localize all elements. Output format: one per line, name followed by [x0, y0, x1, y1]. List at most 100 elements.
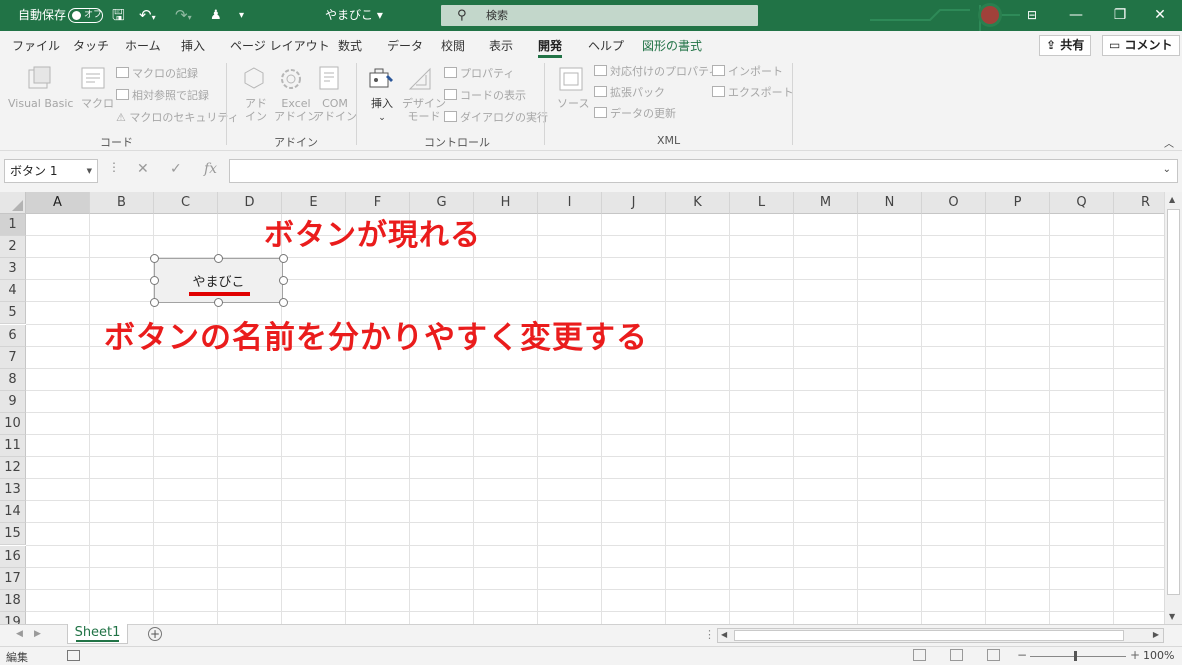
visual-basic-button[interactable]: Visual Basic	[8, 97, 73, 110]
record-macro-button[interactable]: マクロの記録	[116, 67, 198, 80]
enter-icon[interactable]: ✓	[170, 161, 182, 177]
com-addin-button[interactable]: COM アドイン	[313, 97, 357, 123]
excel-addin-button[interactable]: Excel アドイン	[274, 97, 318, 123]
tab-data[interactable]: データ	[387, 37, 423, 54]
row-header[interactable]: 5	[0, 302, 26, 325]
tab-formulas[interactable]: 数式	[338, 37, 362, 54]
relative-reference-button[interactable]: 相対参照で記録	[116, 89, 209, 102]
tab-file[interactable]: ファイル	[12, 37, 60, 54]
zoom-level[interactable]: 100%	[1143, 649, 1174, 662]
tab-view[interactable]: 表示	[489, 37, 513, 54]
tab-shape-format[interactable]: 図形の書式	[642, 37, 702, 54]
scroll-left-icon[interactable]: ◀	[721, 630, 727, 639]
resize-handle[interactable]	[214, 254, 223, 263]
expansion-pack-button[interactable]: 拡張パック	[594, 86, 665, 99]
prev-sheet-icon[interactable]: ◀	[16, 629, 23, 639]
row-header[interactable]: 10	[0, 412, 26, 435]
tab-developer[interactable]: 開発	[538, 37, 563, 58]
row-header[interactable]: 17	[0, 567, 26, 590]
share-button[interactable]: ⇪ 共有	[1039, 35, 1092, 56]
comments-button[interactable]: ▭ コメント	[1102, 35, 1180, 56]
row-header[interactable]: 19	[0, 611, 26, 624]
xml-import-button[interactable]: インポート	[712, 65, 783, 78]
xml-export-button[interactable]: エクスポート	[712, 86, 794, 99]
formula-input[interactable]: ⌄	[229, 159, 1178, 183]
minimize-icon[interactable]: —	[1054, 0, 1098, 31]
macro-security-button[interactable]: ⚠ マクロのセキュリティ	[116, 111, 239, 124]
save-icon[interactable]: 🖫	[112, 6, 125, 25]
tab-help[interactable]: ヘルプ	[588, 37, 624, 54]
row-header[interactable]: 16	[0, 545, 26, 568]
worksheet-grid[interactable]: ABCDEFGHIJKLMNOPQR 1 2 3 4 5 6 7 8 9 10 11 12 13 14 15…	[0, 192, 1164, 624]
macro-record-icon[interactable]	[67, 650, 80, 661]
row-header[interactable]: 18	[0, 589, 26, 612]
row-header[interactable]: 2	[0, 236, 26, 259]
row-header[interactable]: 3	[0, 258, 26, 281]
column-header[interactable]: M	[794, 192, 858, 214]
macro-button[interactable]: マクロ	[81, 97, 114, 110]
column-header[interactable]: O	[922, 192, 986, 214]
add-sheet-icon[interactable]: +	[148, 627, 162, 641]
column-header[interactable]: J	[602, 192, 666, 214]
form-control-button[interactable]: やまびこ	[154, 258, 283, 303]
scroll-down-icon[interactable]: ▼	[1169, 612, 1175, 621]
row-header[interactable]: 11	[0, 435, 26, 458]
horizontal-scrollbar[interactable]: ◀ ▶	[717, 628, 1164, 643]
page-break-view-icon[interactable]	[987, 649, 1000, 661]
tab-insert[interactable]: 挿入	[181, 37, 205, 54]
column-header[interactable]: L	[730, 192, 794, 214]
column-header[interactable]: B	[90, 192, 154, 214]
page-layout-view-icon[interactable]	[950, 649, 963, 661]
tab-touch[interactable]: タッチ	[73, 37, 109, 54]
customize-qat-icon[interactable]: ▾	[239, 6, 244, 25]
zoom-slider-knob[interactable]	[1074, 651, 1077, 661]
row-header[interactable]: 8	[0, 368, 26, 391]
zoom-slider[interactable]	[1030, 656, 1126, 657]
resize-handle[interactable]	[214, 298, 223, 307]
zoom-out-icon[interactable]: −	[1017, 648, 1027, 662]
row-header[interactable]: 1	[0, 214, 26, 237]
run-dialog-button[interactable]: ダイアログの実行	[444, 111, 548, 124]
undo-icon[interactable]: ↶▾	[139, 6, 156, 25]
name-box[interactable]: ボタン 1 ▼	[4, 159, 98, 183]
column-header[interactable]: R	[1114, 192, 1164, 214]
properties-button[interactable]: プロパティ	[444, 67, 514, 80]
row-header[interactable]: 14	[0, 501, 26, 524]
map-properties-button[interactable]: 対応付けのプロパティ	[594, 65, 719, 78]
insert-controls-button[interactable]: 挿入 ⌄	[371, 97, 393, 125]
row-header[interactable]: 6	[0, 324, 26, 347]
addin-button[interactable]: アド イン	[245, 97, 267, 123]
sheet-tab-sheet1[interactable]: Sheet1	[67, 624, 128, 644]
select-all-corner[interactable]	[0, 192, 26, 214]
design-mode-button[interactable]: デザイン モード	[402, 97, 446, 123]
horizontal-scroll-thumb[interactable]	[734, 630, 1124, 641]
resize-handle[interactable]	[150, 254, 159, 263]
search-box[interactable]: ⚲ 検索	[441, 5, 758, 26]
zoom-in-icon[interactable]: +	[1130, 648, 1140, 662]
tree-icon[interactable]: ♟	[210, 6, 222, 25]
normal-view-icon[interactable]	[913, 649, 926, 661]
resize-handle[interactable]	[279, 298, 288, 307]
tab-page-layout[interactable]: ページ レイアウト	[230, 37, 330, 54]
row-header[interactable]: 15	[0, 523, 26, 546]
ribbon-display-icon[interactable]: ⊟	[1010, 0, 1054, 31]
column-header[interactable]: Q	[1050, 192, 1114, 214]
collapse-ribbon-icon[interactable]: ︿	[1164, 135, 1174, 150]
close-icon[interactable]: ✕	[1138, 0, 1182, 31]
vertical-scroll-thumb[interactable]	[1167, 209, 1180, 595]
resize-handle[interactable]	[150, 276, 159, 285]
resize-handle[interactable]	[279, 254, 288, 263]
restore-icon[interactable]: ❐	[1098, 0, 1142, 31]
column-header[interactable]: H	[474, 192, 538, 214]
column-header[interactable]: P	[986, 192, 1050, 214]
resize-handle[interactable]	[279, 276, 288, 285]
expand-formula-icon[interactable]: ⌄	[1163, 164, 1171, 175]
refresh-data-button[interactable]: データの更新	[594, 107, 676, 120]
column-header[interactable]: N	[858, 192, 922, 214]
row-header[interactable]: 7	[0, 346, 26, 369]
next-sheet-icon[interactable]: ▶	[34, 629, 41, 639]
insert-function-icon[interactable]: fx	[204, 161, 217, 177]
row-header[interactable]: 12	[0, 457, 26, 480]
column-header[interactable]: C	[154, 192, 218, 214]
tab-review[interactable]: 校閲	[441, 37, 465, 54]
